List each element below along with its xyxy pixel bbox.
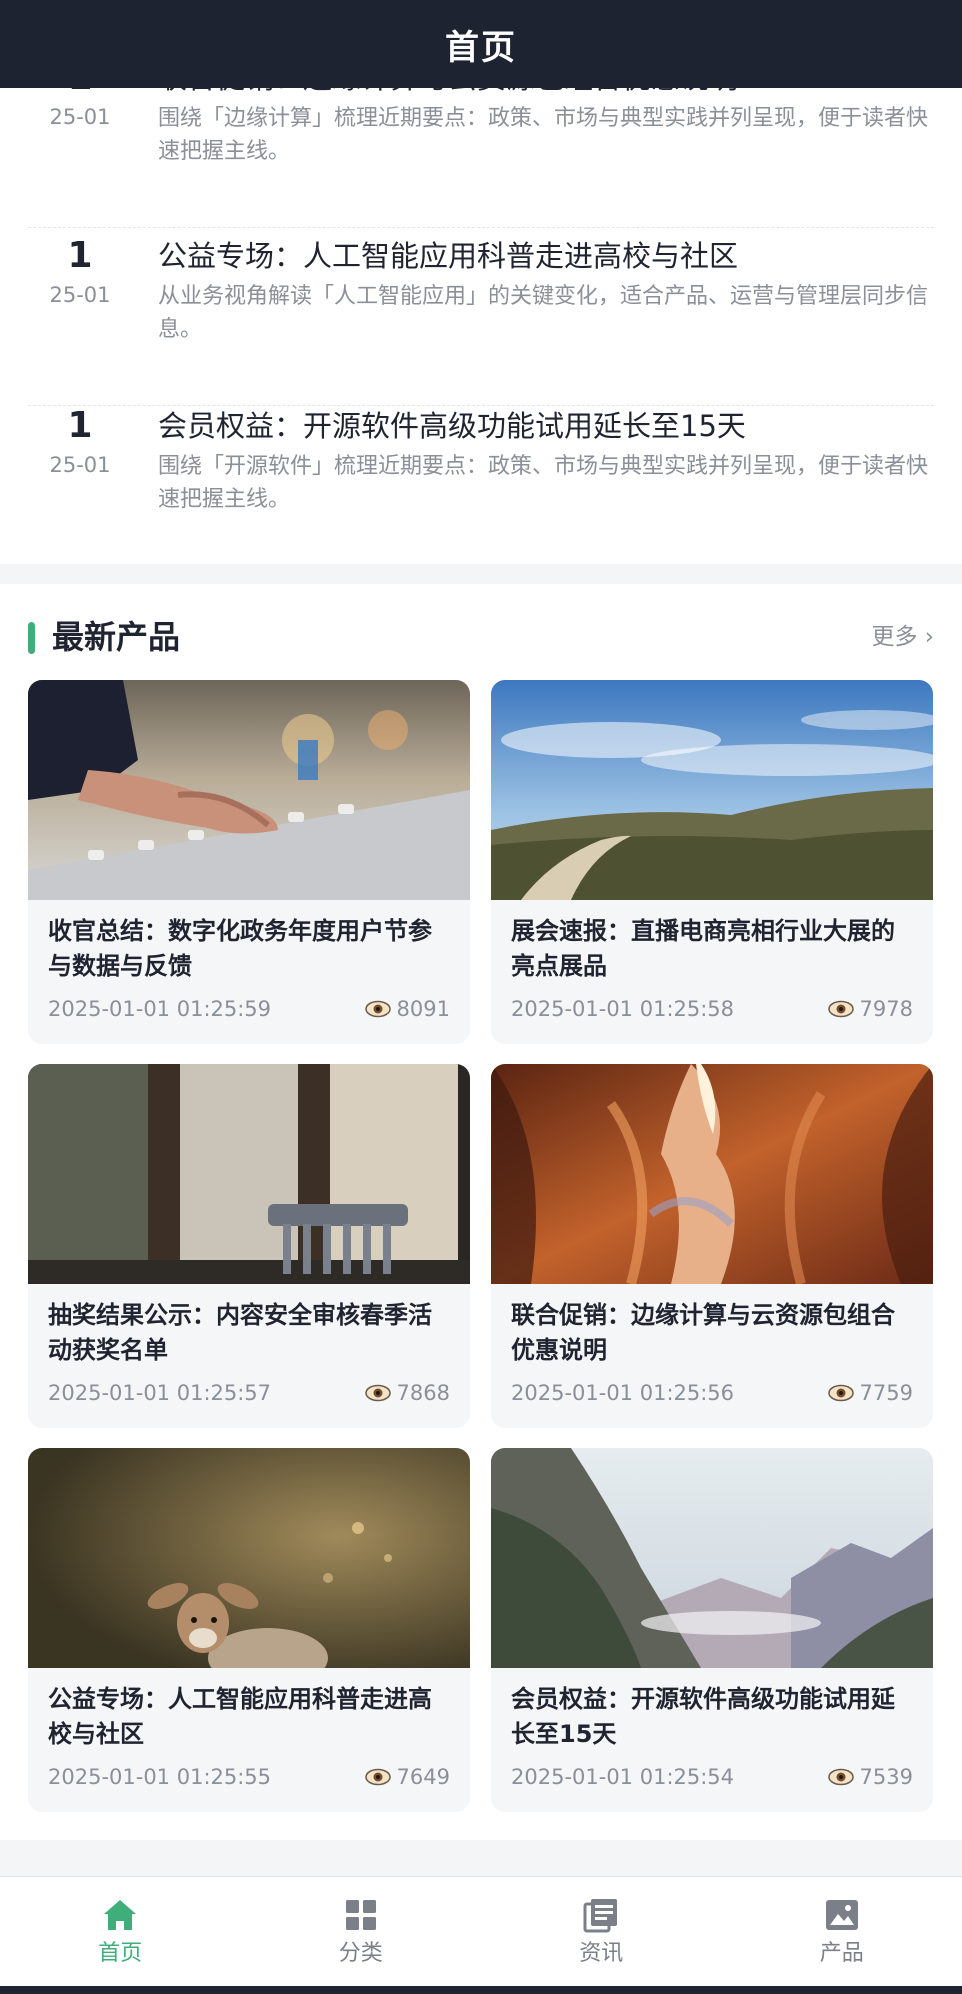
product-title: 收官总结：数字化政务年度用户节参与数据与反馈	[48, 917, 432, 980]
views-count: 7649	[396, 1765, 450, 1789]
product-title: 公益专场：人工智能应用科普走进高校与社区	[48, 1685, 432, 1748]
grid-icon	[345, 1899, 376, 1930]
tab-home[interactable]: 首页	[0, 1877, 241, 1986]
product-date: 2025-01-01 01:25:54	[511, 1765, 735, 1789]
eye-icon	[364, 1768, 391, 1786]
product-title: 展会速报：直播电商亮相行业大展的亮点展品	[511, 917, 895, 980]
app-header: 首页	[0, 0, 962, 88]
news-month: 25-01	[49, 105, 111, 129]
news-month: 25-01	[49, 283, 111, 307]
product-date: 2025-01-01 01:25:55	[48, 1765, 272, 1789]
news-item[interactable]: 1 25-01 公益专场：人工智能应用科普走进高校与社区 从业务视角解读「人工智…	[28, 236, 934, 406]
news-month: 25-01	[49, 453, 111, 477]
product-date: 2025-01-01 01:25:58	[511, 997, 735, 1021]
views-count: 7978	[859, 997, 913, 1021]
bottom-tab-bar: 首页 分类 资讯 产品	[0, 1876, 962, 1986]
news-desc: 围绕「开源软件」梳理近期要点：政策、市场与典型实践并列呈现，便于读者快速把握主线…	[158, 454, 929, 512]
product-views: 8091	[364, 994, 450, 1024]
news-day: 1	[67, 405, 93, 446]
latest-products-section: 最新产品 更多 › 收官总结：数字化政务年度用户节参与数据与反馈 2025-01…	[0, 584, 962, 1840]
product-image	[491, 1448, 933, 1668]
product-views: 7868	[364, 1378, 450, 1408]
views-count: 7539	[859, 1765, 913, 1789]
page-title: 首页	[445, 27, 517, 68]
product-card[interactable]: 抽奖结果公示：内容安全审核春季活动获奖名单 2025-01-01 01:25:5…	[28, 1064, 470, 1428]
views-count: 7868	[396, 1381, 450, 1405]
eye-icon	[364, 1000, 391, 1018]
section-header: 最新产品 更多 ›	[28, 614, 934, 660]
news-item[interactable]: 1 25-01 会员权益：开源软件高级功能试用延长至15天 围绕「开源软件」梳理…	[28, 406, 934, 576]
product-card[interactable]: 联合促销：边缘计算与云资源包组合优惠说明 2025-01-01 01:25:56…	[491, 1064, 933, 1428]
news-title: 公益专场：人工智能应用科普走进高校与社区	[158, 239, 739, 273]
product-date: 2025-01-01 01:25:56	[511, 1381, 735, 1405]
product-views: 7649	[364, 1762, 450, 1792]
product-title: 抽奖结果公示：内容安全审核春季活动获奖名单	[48, 1301, 432, 1364]
news-day: 1	[67, 235, 93, 276]
product-views: 7759	[827, 1378, 913, 1408]
product-image	[28, 680, 470, 900]
system-home-indicator	[0, 1986, 962, 1994]
eye-icon	[827, 1384, 854, 1402]
more-link[interactable]: 更多 ›	[871, 614, 934, 660]
product-title: 会员权益：开源软件高级功能试用延长至15天	[511, 1685, 895, 1748]
news-title: 会员权益：开源软件高级功能试用延长至15天	[158, 409, 746, 443]
product-image	[28, 1064, 470, 1284]
product-views: 7978	[827, 994, 913, 1024]
news-icon	[583, 1898, 618, 1932]
product-image	[491, 680, 933, 900]
section-accent-bar	[28, 622, 35, 654]
page-scroll[interactable]: 1 25-01 联合促销：边缘计算与云资源包组合优惠说明 围绕「边缘计算」梳理近…	[0, 0, 962, 1876]
product-card[interactable]: 会员权益：开源软件高级功能试用延长至15天 2025-01-01 01:25:5…	[491, 1448, 933, 1812]
tab-label: 首页	[98, 1940, 143, 1966]
views-count: 8091	[396, 997, 450, 1021]
product-title: 联合促销：边缘计算与云资源包组合优惠说明	[511, 1301, 895, 1364]
product-views: 7539	[827, 1762, 913, 1792]
product-card[interactable]: 展会速报：直播电商亮相行业大展的亮点展品 2025-01-01 01:25:58…	[491, 680, 933, 1044]
section-title: 最新产品	[52, 618, 181, 656]
product-image	[491, 1064, 933, 1284]
tab-news[interactable]: 资讯	[481, 1877, 722, 1986]
tab-label: 资讯	[579, 1940, 624, 1966]
eye-icon	[827, 1768, 854, 1786]
news-desc: 从业务视角解读「人工智能应用」的关键变化，适合产品、运营与管理层同步信息。	[158, 284, 929, 342]
product-date: 2025-01-01 01:25:57	[48, 1381, 272, 1405]
image-icon	[825, 1899, 858, 1930]
tab-products[interactable]: 产品	[722, 1877, 962, 1986]
news-desc: 围绕「边缘计算」梳理近期要点：政策、市场与典型实践并列呈现，便于读者快速把握主线…	[158, 106, 929, 164]
product-date: 2025-01-01 01:25:59	[48, 997, 272, 1021]
tab-category[interactable]: 分类	[241, 1877, 482, 1986]
tab-label: 产品	[819, 1940, 864, 1966]
tab-label: 分类	[338, 1940, 383, 1966]
eye-icon	[827, 1000, 854, 1018]
home-icon	[104, 1899, 137, 1930]
product-card[interactable]: 收官总结：数字化政务年度用户节参与数据与反馈 2025-01-01 01:25:…	[28, 680, 470, 1044]
views-count: 7759	[859, 1381, 913, 1405]
product-card[interactable]: 公益专场：人工智能应用科普走进高校与社区 2025-01-01 01:25:55…	[28, 1448, 470, 1812]
eye-icon	[364, 1384, 391, 1402]
news-date: 1 25-01	[28, 236, 132, 308]
product-image	[28, 1448, 470, 1668]
news-date: 1 25-01	[28, 406, 132, 478]
